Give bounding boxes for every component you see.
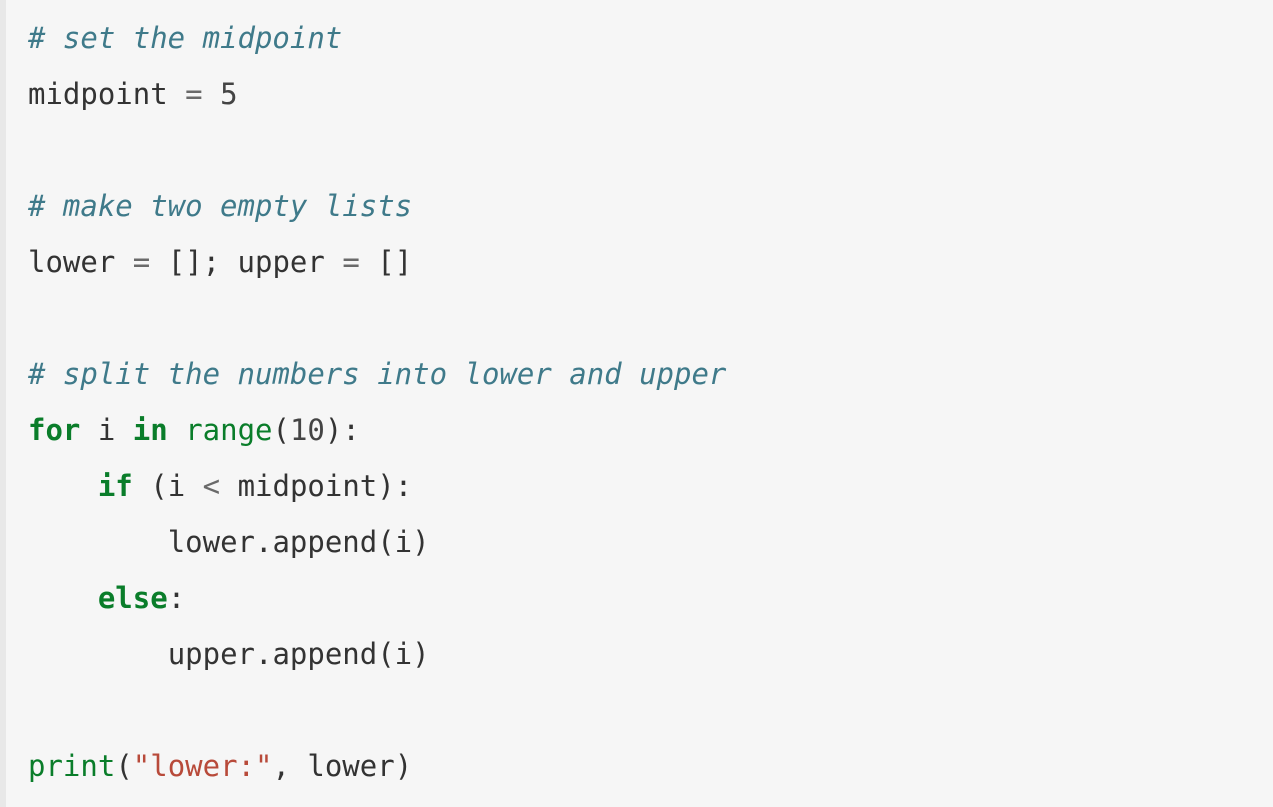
- code-number: 10: [290, 413, 325, 447]
- code-separator: ;: [203, 245, 238, 279]
- code-keyword-for: for: [28, 413, 80, 447]
- code-paren: (: [273, 413, 290, 447]
- code-call: lower.append(i): [168, 525, 430, 559]
- code-identifier: midpoint: [28, 77, 168, 111]
- code-indent: [28, 525, 168, 559]
- code-identifier: i: [168, 469, 185, 503]
- code-indent: [28, 637, 168, 671]
- code-number: 5: [220, 77, 237, 111]
- code-keyword-in: in: [133, 413, 168, 447]
- code-identifier: i: [98, 413, 115, 447]
- code-builtin-print: print: [28, 749, 115, 783]
- code-paren: ):: [377, 469, 412, 503]
- code-identifier: upper: [238, 245, 325, 279]
- code-keyword-if: if: [98, 469, 133, 503]
- code-operator: =: [115, 245, 167, 279]
- code-bracket: []: [168, 245, 203, 279]
- code-paren: (: [115, 749, 132, 783]
- code-comment: # set the midpoint: [28, 21, 342, 55]
- code-keyword-else: else: [98, 581, 168, 615]
- code-paren: (: [150, 469, 167, 503]
- code-space: [168, 413, 185, 447]
- code-comment: # split the numbers into lower and upper: [28, 357, 726, 391]
- code-identifier: lower: [28, 245, 115, 279]
- code-call: upper.append(i): [168, 637, 430, 671]
- code-operator: =: [325, 245, 377, 279]
- code-colon: :: [168, 581, 185, 615]
- code-bracket: []: [377, 245, 412, 279]
- code-operator: =: [168, 77, 220, 111]
- code-indent: [28, 469, 98, 503]
- code-space: [133, 469, 150, 503]
- code-separator: ,: [272, 749, 307, 783]
- code-string: "lower:": [133, 749, 273, 783]
- code-space: [115, 413, 132, 447]
- code-builtin-range: range: [185, 413, 272, 447]
- code-space: [80, 413, 97, 447]
- code-paren: ): [395, 749, 412, 783]
- code-identifier: midpoint: [238, 469, 378, 503]
- code-identifier: lower: [307, 749, 394, 783]
- code-operator: <: [185, 469, 237, 503]
- code-comment: # make two empty lists: [28, 189, 412, 223]
- code-cell[interactable]: # set the midpoint midpoint = 5 # make t…: [0, 0, 1273, 807]
- code-indent: [28, 581, 98, 615]
- code-paren: ):: [325, 413, 360, 447]
